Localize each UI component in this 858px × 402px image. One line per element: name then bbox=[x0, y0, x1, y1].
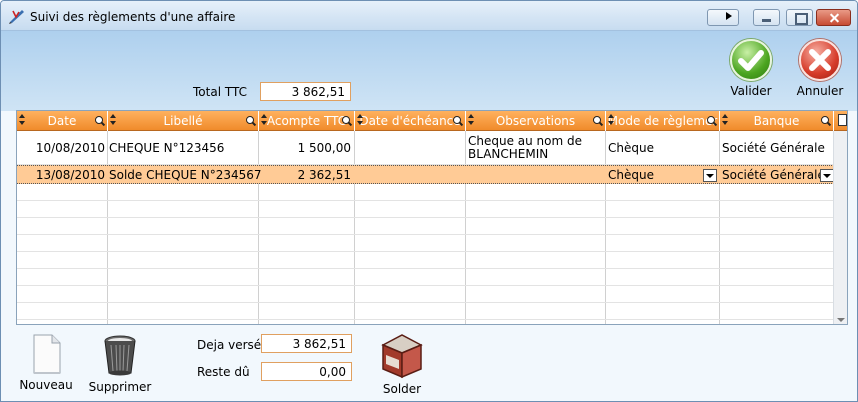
search-icon[interactable] bbox=[342, 116, 352, 126]
empty-row bbox=[17, 218, 834, 235]
total-ttc-label: Total TTC bbox=[193, 85, 247, 99]
check-icon bbox=[730, 39, 772, 81]
reglements-grid[interactable]: Date Libellé Acompte TTC Date d'échéance bbox=[16, 110, 848, 325]
cell-acompte: 1 500,00 bbox=[297, 141, 351, 155]
table-row[interactable]: 10/08/2010 CHEQUE N°123456 1 500,00 Cheq… bbox=[17, 131, 834, 165]
search-icon[interactable] bbox=[453, 116, 463, 126]
search-icon[interactable] bbox=[707, 116, 717, 126]
sort-icon[interactable] bbox=[468, 114, 474, 126]
annuler-button[interactable]: Annuler bbox=[794, 39, 846, 98]
empty-row bbox=[17, 269, 834, 286]
solder-label: Solder bbox=[382, 382, 422, 396]
column-header-observations[interactable]: Observations bbox=[466, 111, 606, 131]
trash-bin-icon bbox=[104, 335, 136, 376]
maximize-button[interactable] bbox=[786, 9, 813, 26]
mode-dropdown-button[interactable] bbox=[703, 169, 717, 182]
cell-observations-line2: BLANCHEMIN bbox=[468, 147, 549, 161]
nouveau-label: Nouveau bbox=[19, 378, 73, 392]
empty-row bbox=[17, 201, 834, 218]
column-header-acompte[interactable]: Acompte TTC bbox=[259, 111, 355, 131]
empty-row bbox=[17, 286, 834, 303]
cell-mode[interactable]: Chèque bbox=[608, 168, 654, 182]
new-document-icon bbox=[33, 334, 61, 374]
sort-icon[interactable] bbox=[722, 114, 728, 126]
banque-dropdown-button[interactable] bbox=[820, 169, 834, 182]
cell-date: 10/08/2010 bbox=[35, 141, 105, 155]
cell-acompte: 2 362,51 bbox=[297, 168, 351, 182]
sort-icon[interactable] bbox=[19, 114, 25, 126]
search-icon[interactable] bbox=[95, 116, 105, 126]
window-title: Suivi des règlements d'une affaire bbox=[30, 10, 236, 24]
column-header-libelle[interactable]: Libellé bbox=[108, 111, 259, 131]
cell-libelle: Solde CHEQUE N°234567 bbox=[109, 168, 262, 182]
cancel-icon bbox=[799, 39, 841, 81]
window-menu-button[interactable] bbox=[707, 9, 739, 26]
vertical-scrollbar[interactable] bbox=[833, 131, 847, 324]
supprimer-button[interactable]: Supprimer bbox=[87, 333, 153, 394]
trash-icon[interactable] bbox=[838, 114, 847, 126]
cell-banque: Société Générale bbox=[722, 141, 825, 155]
empty-row bbox=[17, 252, 834, 269]
minimize-button[interactable] bbox=[753, 9, 780, 26]
app-icon bbox=[9, 10, 24, 24]
column-header-delete[interactable] bbox=[834, 111, 847, 131]
reste-du-field[interactable]: 0,00 bbox=[261, 362, 352, 381]
column-header-date[interactable]: Date bbox=[17, 111, 108, 131]
window: Suivi des règlements d'une affaire Total… bbox=[0, 0, 858, 402]
scroll-down-arrow-icon[interactable] bbox=[837, 318, 845, 322]
sort-icon[interactable] bbox=[357, 114, 363, 126]
reste-du-label: Reste dû bbox=[197, 365, 250, 379]
grid-header: Date Libellé Acompte TTC Date d'échéance bbox=[17, 111, 847, 131]
column-header-echeance[interactable]: Date d'échéance bbox=[355, 111, 466, 131]
deja-verse-field[interactable]: 3 862,51 bbox=[261, 334, 352, 353]
box-icon bbox=[381, 334, 423, 379]
supprimer-label: Supprimer bbox=[88, 380, 152, 394]
search-icon[interactable] bbox=[246, 116, 256, 126]
empty-row bbox=[17, 303, 834, 320]
column-header-mode[interactable]: Mode de règlemer bbox=[606, 111, 720, 131]
search-icon[interactable] bbox=[821, 116, 831, 126]
solder-button[interactable]: Solder bbox=[373, 331, 431, 396]
sort-icon[interactable] bbox=[110, 114, 116, 126]
search-icon[interactable] bbox=[593, 116, 603, 126]
total-ttc-field[interactable]: 3 862,51 bbox=[260, 82, 351, 101]
valider-label: Valider bbox=[730, 84, 772, 98]
sort-icon[interactable] bbox=[608, 114, 614, 126]
nouveau-button[interactable]: Nouveau bbox=[17, 333, 75, 392]
valider-button[interactable]: Valider bbox=[727, 39, 775, 98]
table-row-selected[interactable]: 13/08/2010 Solde CHEQUE N°234567 2 362,5… bbox=[17, 165, 834, 184]
cell-libelle: CHEQUE N°123456 bbox=[109, 141, 225, 155]
cell-observations-line1: Cheque au nom de bbox=[468, 134, 583, 148]
column-header-banque[interactable]: Banque bbox=[720, 111, 834, 131]
annuler-label: Annuler bbox=[796, 84, 844, 98]
deja-verse-label: Deja versé bbox=[197, 338, 262, 352]
cell-date: 13/08/2010 bbox=[35, 168, 105, 182]
empty-row bbox=[17, 184, 834, 201]
empty-row bbox=[17, 235, 834, 252]
title-bar: Suivi des règlements d'une affaire bbox=[1, 1, 857, 31]
sort-icon[interactable] bbox=[261, 114, 267, 126]
cell-banque[interactable]: Société Générale bbox=[722, 168, 825, 182]
close-button[interactable] bbox=[816, 9, 851, 26]
cell-mode: Chèque bbox=[608, 141, 654, 155]
